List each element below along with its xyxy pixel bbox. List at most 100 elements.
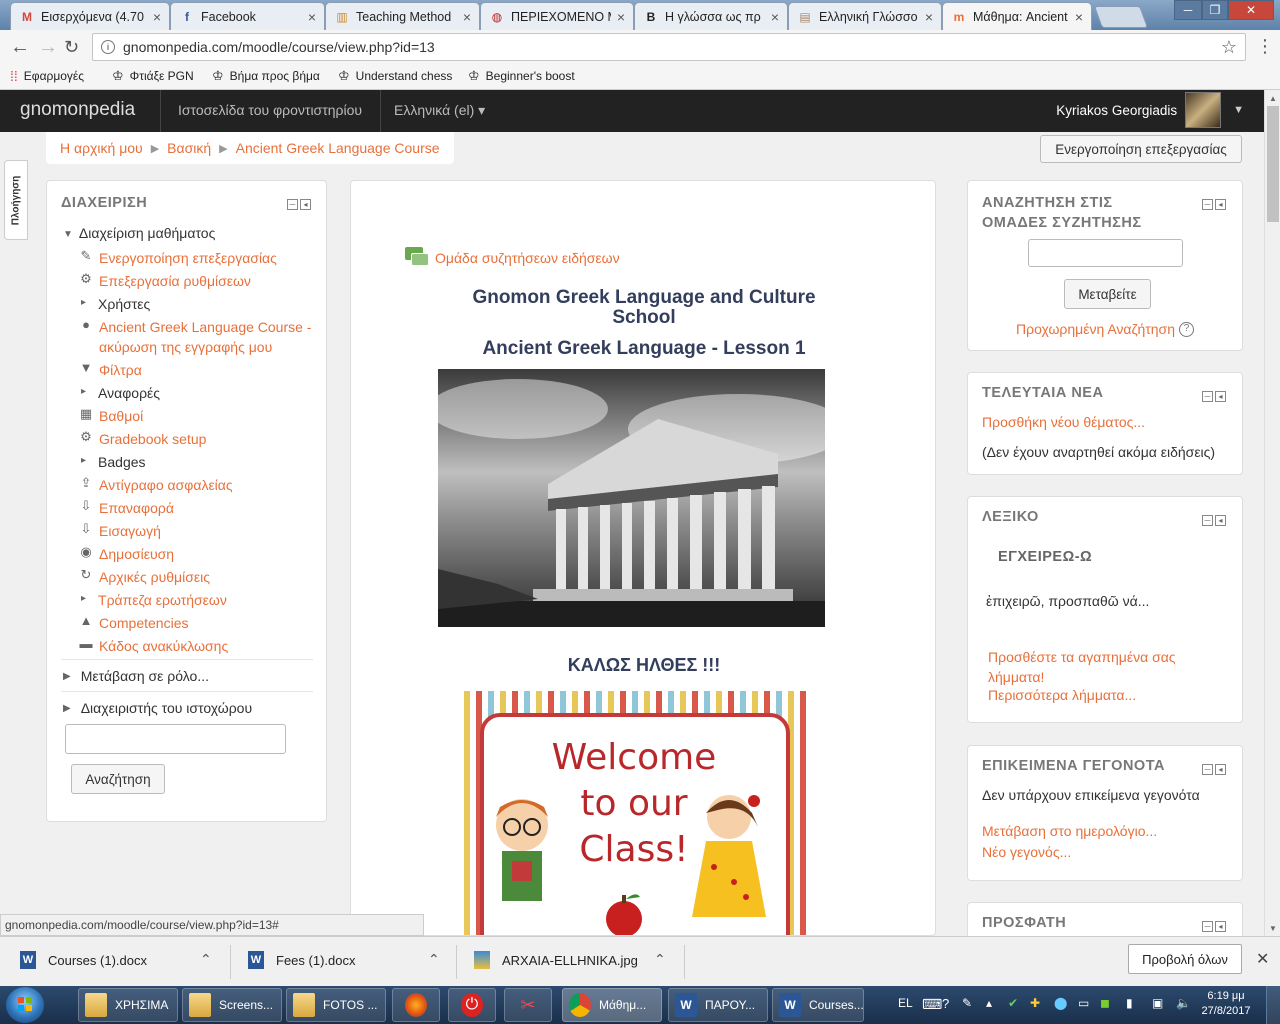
browser-tab[interactable]: M Εισερχόμενα (4.70 ×: [10, 2, 170, 30]
admin-item[interactable]: ✎ Ενεργοποίηση επεξεργασίας: [77, 248, 277, 268]
more-entries-link[interactable]: Περισσότερα λήμματα...: [988, 687, 1136, 703]
collapse-icon[interactable]: ─: [1202, 199, 1213, 210]
new-event-link[interactable]: Νέο γεγονός...: [982, 844, 1071, 860]
back-icon[interactable]: ←: [10, 36, 30, 59]
close-tab-icon[interactable]: ×: [925, 9, 933, 25]
admin-item[interactable]: ▬ Κάδος ανακύκλωσης: [77, 636, 229, 656]
language-indicator[interactable]: EL: [898, 996, 913, 1010]
browser-tab[interactable]: f Facebook ×: [170, 2, 325, 30]
scroll-up-icon[interactable]: ▲: [1265, 90, 1280, 106]
collapse-icon[interactable]: ─: [1202, 391, 1213, 402]
download-item-courses[interactable]: W Courses (1).docx: [20, 951, 147, 969]
news-forum-link[interactable]: Ομάδα συζητήσεων ειδήσεων: [405, 247, 620, 269]
signal-tray-icon[interactable]: ▮: [1126, 996, 1133, 1010]
turn-editing-on-button[interactable]: Ενεργοποίηση επεξεργασίας: [1040, 135, 1242, 163]
download-item-image[interactable]: ARXAIA-ELLHNIKA.jpg: [474, 951, 638, 969]
user-menu[interactable]: Kyriakos Georgiadis ▼: [1056, 92, 1244, 128]
help-icon[interactable]: ?: [1178, 321, 1194, 337]
admin-item[interactable]: ▸ Τράπεζα ερωτήσεων: [77, 590, 227, 610]
taskbar-power-app[interactable]: ⏻: [448, 988, 496, 1022]
breadcrumb-home[interactable]: Η αρχική μου: [60, 140, 143, 156]
taskbar-item-folder-xrhsima[interactable]: ΧΡΗΣΙΜΑ: [78, 988, 178, 1022]
bookmark-understand-chess[interactable]: ♔ Understand chess: [338, 68, 452, 84]
bookmark-step-by-step[interactable]: ♔ Βήμα προς βήμα: [212, 68, 320, 84]
start-button[interactable]: [6, 987, 44, 1023]
nvidia-tray-icon[interactable]: ◼: [1100, 996, 1110, 1010]
network-tray-icon[interactable]: ⬤: [1054, 996, 1067, 1010]
show-all-downloads-button[interactable]: Προβολή όλων: [1128, 944, 1242, 974]
chevron-up-icon[interactable]: ⌃: [654, 951, 666, 968]
menu-icon[interactable]: ⋮: [1256, 36, 1274, 57]
screen-tray-icon[interactable]: ▭: [1078, 996, 1089, 1010]
taskbar-item-chrome[interactable]: Μάθημ...: [562, 988, 662, 1022]
admin-item[interactable]: ▦ Βαθμοί: [77, 406, 143, 426]
close-tab-icon[interactable]: ×: [1075, 9, 1083, 25]
forum-search-go-button[interactable]: Μεταβείτε: [1064, 279, 1151, 309]
chevron-up-tray-icon[interactable]: ▴: [986, 996, 992, 1010]
admin-item[interactable]: ↻ Αρχικές ρυθμίσεις: [77, 567, 210, 587]
page-info-icon[interactable]: i: [101, 40, 115, 54]
security-tray-icon[interactable]: ✔: [1008, 996, 1018, 1010]
scroll-down-icon[interactable]: ▼: [1265, 920, 1280, 936]
admin-item[interactable]: ▲ Competencies: [77, 613, 189, 633]
language-menu[interactable]: Ελληνικά (el) ▾: [394, 102, 485, 119]
browser-tab[interactable]: m Μάθημα: Ancient ×: [942, 2, 1092, 30]
dock-icon[interactable]: ◂: [1215, 764, 1226, 775]
taskbar-item-word-courses[interactable]: W Courses...: [772, 988, 864, 1022]
bookmark-apps[interactable]: ⁞⁞ Εφαρμογές: [10, 68, 84, 84]
add-topic-link[interactable]: Προσθήκη νέου θέματος...: [982, 414, 1145, 430]
navigation-drawer-tab[interactable]: Πλοήγηση: [4, 160, 28, 240]
calendar-link[interactable]: Μετάβαση στο ημερολόγιο...: [982, 823, 1157, 839]
maximize-button[interactable]: ❐: [1202, 0, 1228, 20]
close-tab-icon[interactable]: ×: [463, 9, 471, 25]
taskbar-snipping-tool[interactable]: ✂: [504, 988, 552, 1022]
site-brand[interactable]: gnomonpedia: [20, 99, 135, 121]
chevron-up-icon[interactable]: ⌃: [200, 951, 212, 968]
show-desktop-button[interactable]: [1266, 986, 1280, 1024]
monitor-tray-icon[interactable]: ▣: [1152, 996, 1163, 1010]
system-clock[interactable]: 6:19 μμ 27/8/2017: [1196, 989, 1256, 1019]
dock-icon[interactable]: ◂: [1215, 391, 1226, 402]
close-tab-icon[interactable]: ×: [308, 9, 316, 25]
forum-search-input[interactable]: [1028, 239, 1183, 267]
admin-item[interactable]: ⇩ Επαναφορά: [77, 498, 174, 518]
close-tab-icon[interactable]: ×: [771, 9, 779, 25]
browser-tab[interactable]: ▥ Teaching Method ×: [325, 2, 480, 30]
breadcrumb-course[interactable]: Ancient Greek Language Course: [236, 140, 440, 156]
dock-icon[interactable]: ◂: [1215, 199, 1226, 210]
bookmark-pgn[interactable]: ♔ Φτιάξε PGN: [112, 68, 194, 84]
dock-icon[interactable]: ◂: [1215, 515, 1226, 526]
plus-tray-icon[interactable]: ✚: [1030, 996, 1040, 1010]
browser-tab[interactable]: ◍ ΠΕΡΙΕΧΟΜΕΝΟ Μ ×: [480, 2, 634, 30]
forward-icon[interactable]: →: [38, 36, 58, 59]
collapse-icon[interactable]: ─: [1202, 764, 1213, 775]
browser-tab[interactable]: B Η γλώσσα ως πρ ×: [634, 2, 788, 30]
admin-item[interactable]: ▼ Φίλτρα: [77, 360, 142, 380]
chevron-up-icon[interactable]: ⌃: [428, 951, 440, 968]
minimize-button[interactable]: ─: [1174, 0, 1202, 20]
bookmark-star-icon[interactable]: ☆: [1221, 37, 1237, 58]
school-website-link[interactable]: Ιστοσελίδα του φροντιστηρίου: [178, 102, 362, 118]
admin-search-button[interactable]: Αναζήτηση: [71, 764, 165, 794]
collapse-icon[interactable]: ─: [1202, 515, 1213, 526]
close-tab-icon[interactable]: ×: [153, 9, 161, 25]
add-entries-link[interactable]: Προσθέστε τα αγαπημένα σας λήμματα!: [988, 647, 1176, 687]
volume-icon[interactable]: 🔈: [1176, 996, 1191, 1010]
close-tab-icon[interactable]: ×: [617, 9, 625, 25]
course-admin-node[interactable]: ▼ Διαχείριση μαθήματος: [63, 225, 215, 241]
admin-item[interactable]: ▸ Αναφορές: [77, 383, 160, 403]
download-item-fees[interactable]: W Fees (1).docx: [248, 951, 355, 969]
admin-item[interactable]: ⚙ Gradebook setup: [77, 429, 206, 449]
admin-item[interactable]: ⚙ Επεξεργασία ρυθμίσεων: [77, 271, 251, 291]
taskbar-firefox[interactable]: [392, 988, 440, 1022]
browser-tab[interactable]: ▤ Ελληνική Γλώσσο ×: [788, 2, 942, 30]
switch-role-node[interactable]: ▶ Μετάβαση σε ρόλο...: [63, 668, 209, 684]
new-tab-button[interactable]: [1093, 6, 1149, 28]
collapse-icon[interactable]: ─: [1202, 921, 1213, 932]
keyboard-icon[interactable]: ⌨: [922, 996, 942, 1013]
pen-tray-icon[interactable]: ✎: [962, 996, 972, 1010]
taskbar-item-word-parou[interactable]: W ΠΑΡΟΥ...: [668, 988, 768, 1022]
breadcrumb-category[interactable]: Βασική: [167, 140, 211, 156]
admin-item[interactable]: ● Ancient Greek Language Course - ακύρωση …: [77, 317, 311, 357]
admin-item[interactable]: ▸ Badges: [77, 452, 146, 472]
